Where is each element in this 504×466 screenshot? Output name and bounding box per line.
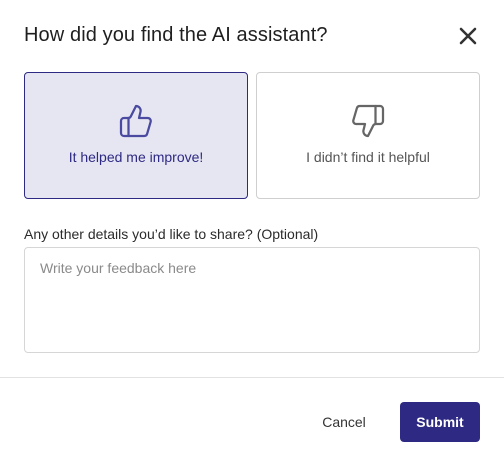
submit-button[interactable]: Submit (400, 402, 480, 442)
footer-divider (0, 377, 504, 378)
feedback-input[interactable] (24, 247, 480, 353)
option-not-helpful[interactable]: I didn’t find it helpful (256, 72, 480, 199)
rating-options: It helped me improve! I didn’t find it h… (24, 72, 480, 199)
close-button[interactable] (456, 24, 480, 48)
feedback-dialog: How did you find the AI assistant? It he… (0, 0, 504, 466)
thumbs-up-icon (118, 103, 154, 139)
dialog-title: How did you find the AI assistant? (24, 24, 328, 46)
cancel-button[interactable]: Cancel (306, 402, 382, 442)
details-label: Any other details you’d like to share? (… (24, 226, 319, 242)
thumbs-down-icon (350, 103, 386, 139)
option-helpful[interactable]: It helped me improve! (24, 72, 248, 199)
close-icon (459, 27, 477, 45)
option-not-helpful-label: I didn’t find it helpful (306, 149, 430, 165)
option-helpful-label: It helped me improve! (68, 149, 204, 165)
